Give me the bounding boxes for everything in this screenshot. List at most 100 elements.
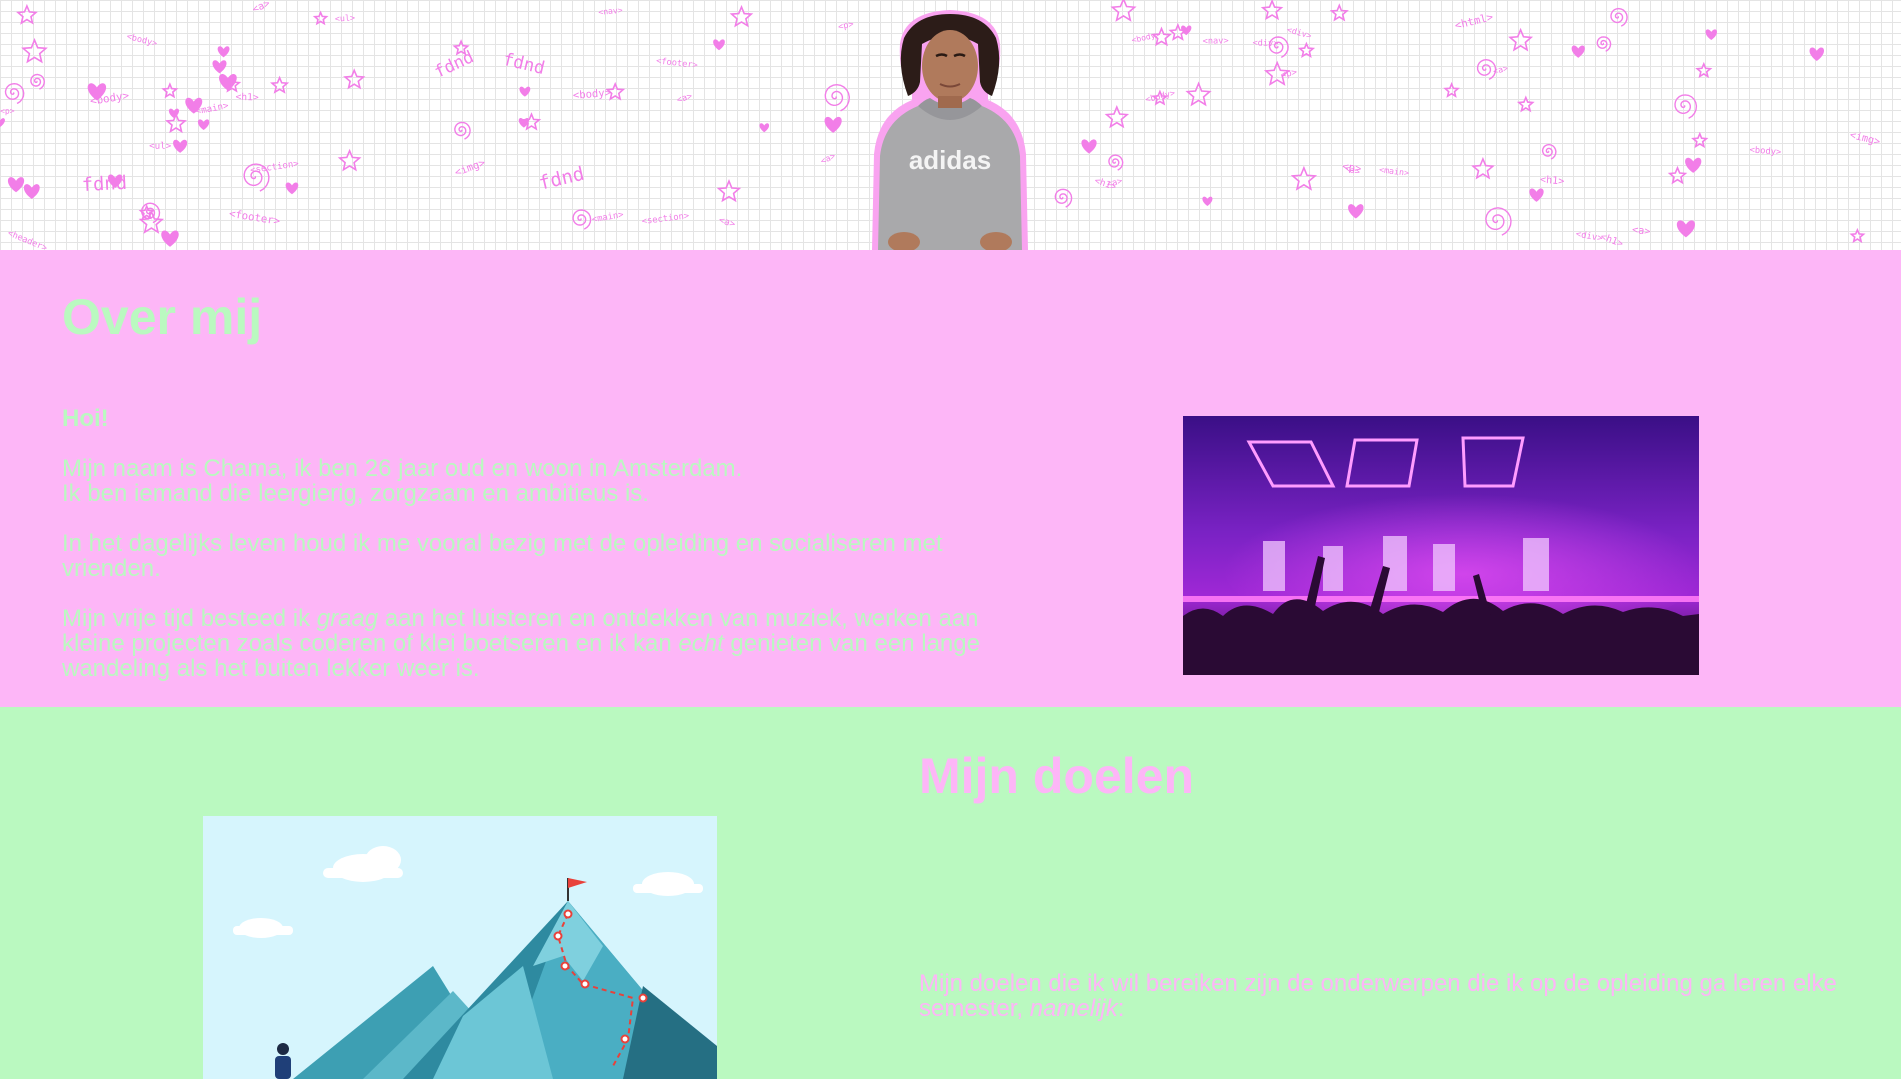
doodle-word: <p> bbox=[1280, 66, 1299, 80]
star-doodle bbox=[1297, 41, 1316, 58]
heart-doodle bbox=[1529, 188, 1544, 202]
heart-doodle bbox=[23, 184, 40, 199]
heart-doodle bbox=[713, 39, 725, 51]
goals-text-b: : bbox=[1117, 995, 1125, 1022]
spiral-doodle bbox=[1674, 94, 1698, 119]
goals-title: Mijn doelen bbox=[919, 748, 1194, 804]
doodle-word: <footer> bbox=[228, 207, 281, 228]
heart-doodle bbox=[824, 116, 842, 133]
doodle-word: <nav> bbox=[598, 5, 623, 17]
mountain-goal-illustration bbox=[203, 816, 717, 1079]
star-doodle bbox=[16, 3, 38, 25]
spiral-doodle bbox=[1054, 188, 1073, 208]
doodle-word: fdnd bbox=[537, 163, 587, 195]
doodle-word: <section> bbox=[250, 159, 300, 176]
heart-doodle bbox=[212, 60, 227, 74]
doodle-word: <header> bbox=[6, 229, 48, 250]
doodle-word: <div> bbox=[1575, 230, 1604, 245]
spiral-doodle bbox=[1541, 143, 1557, 160]
doodle-word: <main> bbox=[591, 210, 624, 225]
star-doodle bbox=[1516, 95, 1535, 113]
star-doodle bbox=[1508, 27, 1534, 52]
star-doodle bbox=[337, 148, 362, 172]
doodle-word: <nav> bbox=[1202, 36, 1228, 46]
heart-doodle bbox=[173, 139, 188, 153]
heart-doodle bbox=[219, 74, 237, 91]
star-doodle bbox=[165, 112, 187, 134]
about-paragraph-daily: In het dagelijks leven houd ik me vooral… bbox=[62, 530, 943, 582]
heart-doodle bbox=[0, 118, 5, 127]
heart-doodle bbox=[1676, 220, 1696, 238]
portrait-photo: adidas bbox=[872, 10, 1028, 250]
star-doodle bbox=[21, 37, 48, 64]
doodle-word: <h1> bbox=[1540, 175, 1565, 188]
heart-doodle bbox=[759, 123, 770, 133]
about-text: Hoi! Mijn naam is Chama, ik ben 26 jaar … bbox=[62, 406, 1002, 706]
doodle-word: <footer> bbox=[656, 56, 699, 71]
heart-doodle bbox=[7, 177, 25, 193]
doodle-word: <a> bbox=[251, 0, 272, 16]
spiral-doodle bbox=[1108, 154, 1124, 171]
doodle-word: <p> bbox=[0, 106, 15, 116]
star-doodle bbox=[1691, 131, 1709, 149]
doodle-word: <body> bbox=[572, 87, 611, 102]
spiral-doodle bbox=[1485, 207, 1512, 236]
doodle-word: <main> bbox=[1379, 164, 1410, 177]
heart-doodle bbox=[161, 230, 179, 247]
star-doodle bbox=[1290, 165, 1318, 191]
star-doodle bbox=[1104, 105, 1130, 129]
about-paragraph-hobbies: Mijn vrije tijd besteed ik graag aan het… bbox=[62, 606, 1002, 681]
heart-doodle bbox=[1081, 139, 1097, 154]
doodle-word: <ul> bbox=[149, 141, 172, 152]
heart-doodle bbox=[1809, 47, 1825, 61]
hobbies-emphasis-2: echt bbox=[678, 630, 724, 657]
doodle-word: <a> bbox=[717, 215, 737, 231]
heart-doodle bbox=[519, 86, 531, 97]
heart-doodle bbox=[1685, 157, 1702, 173]
heart-doodle bbox=[1348, 204, 1364, 219]
spiral-doodle bbox=[824, 83, 851, 112]
doodle-word: <a> bbox=[1631, 225, 1651, 238]
doodle-word: <body> bbox=[126, 32, 159, 49]
doodle-word: <ul> bbox=[335, 13, 356, 24]
about-section: Over mij Hoi! Mijn naam is Chama, ik ben… bbox=[0, 250, 1901, 707]
hobbies-text-a: Mijn vrije tijd besteed ik bbox=[62, 605, 317, 632]
about-paragraph-intro: Mijn naam is Chama, ik ben 26 jaar oud e… bbox=[62, 456, 1002, 506]
hobbies-emphasis-1: graag bbox=[316, 605, 379, 632]
star-doodle bbox=[716, 179, 742, 203]
spiral-doodle bbox=[572, 209, 592, 230]
spiral-doodle bbox=[1610, 7, 1628, 27]
star-doodle bbox=[1185, 81, 1212, 107]
about-intro-line-1: Mijn naam is Chama, ik ben 26 jaar oud e… bbox=[62, 455, 743, 482]
doodle-word: fdnd bbox=[501, 50, 547, 79]
shirt-logo-text: adidas bbox=[909, 145, 991, 175]
star-doodle bbox=[312, 10, 329, 26]
star-doodle bbox=[1471, 156, 1495, 180]
doodle-word: fdnd bbox=[431, 47, 477, 82]
doodle-word: <h1> bbox=[235, 92, 259, 104]
heart-doodle bbox=[285, 182, 299, 195]
spiral-doodle bbox=[4, 82, 25, 105]
doodle-word: <img> bbox=[453, 157, 487, 179]
star-doodle bbox=[1849, 227, 1866, 244]
star-doodle bbox=[270, 75, 290, 94]
heart-doodle bbox=[217, 46, 230, 58]
header-banner: fdnd <ul> <body> <body> fdnd <a> <a> fdnd <secti… bbox=[0, 0, 1901, 250]
concert-photo bbox=[1183, 416, 1699, 675]
star-doodle bbox=[1695, 61, 1713, 79]
doodle-word: <a> bbox=[676, 91, 694, 105]
heart-doodle bbox=[1705, 29, 1718, 40]
doodle-word: <a> bbox=[819, 151, 837, 167]
doodle-word: <section> bbox=[641, 211, 690, 227]
spiral-doodle bbox=[30, 73, 46, 90]
star-doodle bbox=[1110, 0, 1137, 22]
heart-doodle bbox=[197, 119, 210, 131]
doodle-word: fdnd bbox=[81, 173, 127, 196]
star-doodle bbox=[1329, 3, 1349, 22]
about-greeting: Hoi! bbox=[62, 405, 109, 432]
heart-doodle bbox=[1202, 196, 1213, 206]
doodle-word: <html> bbox=[1453, 10, 1494, 32]
spiral-doodle bbox=[1596, 36, 1612, 52]
goals-text: Mijn doelen die ik wil bereiken zijn de … bbox=[919, 971, 1839, 1021]
star-doodle bbox=[1667, 165, 1688, 185]
